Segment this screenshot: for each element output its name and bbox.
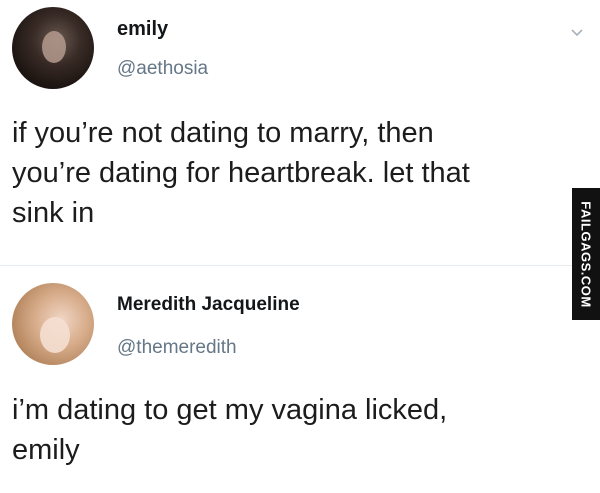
tweet-original: emily @aethosia if you’re not dating to … xyxy=(0,0,600,262)
user-handle[interactable]: @themeredith xyxy=(117,337,237,359)
tweet-text: if you’re not dating to marry, then you’… xyxy=(12,117,470,229)
tweet-reply: Meredith Jacqueline @themeredith i’m dat… xyxy=(0,268,600,493)
watermark: FAILGAGS.COM xyxy=(572,188,600,320)
user-handle[interactable]: @aethosia xyxy=(117,58,208,80)
tweet-text: i’m dating to get my vagina licked, emil… xyxy=(12,394,448,466)
display-name[interactable]: Meredith Jacqueline xyxy=(117,294,300,316)
watermark-text: FAILGAGS.COM xyxy=(578,200,594,308)
chevron-down-icon[interactable] xyxy=(570,25,584,39)
avatar-meredith[interactable] xyxy=(12,283,94,365)
tweet-divider xyxy=(0,265,600,266)
avatar-emily[interactable] xyxy=(12,7,94,89)
display-name[interactable]: emily xyxy=(117,18,168,41)
